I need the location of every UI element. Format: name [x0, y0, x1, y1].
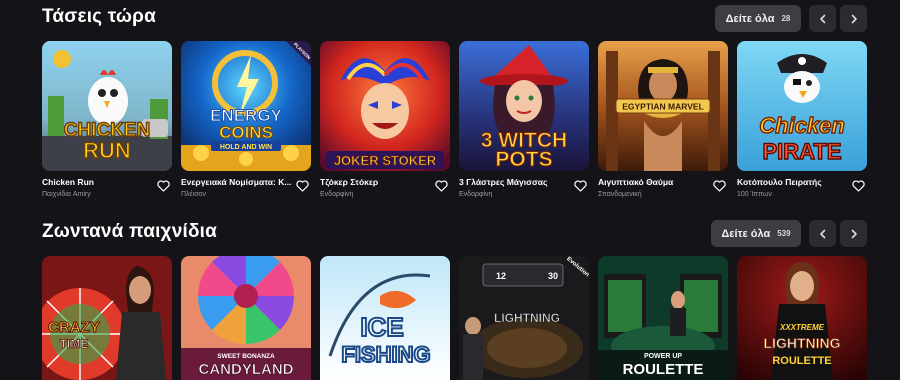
game-card[interactable]: SWEET BONANZA CANDYLAND: [181, 256, 311, 380]
game-card[interactable]: ICE FISHING: [320, 256, 450, 380]
heart-outline-icon: [435, 180, 448, 192]
favorite-button[interactable]: [574, 180, 587, 192]
art-title-line2: RUN: [83, 138, 131, 163]
game-thumbnail[interactable]: SWEET BONANZA CANDYLAND: [181, 256, 311, 380]
art-title-line3: ROULETTE: [772, 355, 831, 367]
see-all-count: 539: [777, 229, 791, 238]
art-title-line2: TIME: [60, 337, 89, 351]
see-all-count: 28: [781, 14, 791, 23]
game-card[interactable]: CRAZY TIME: [42, 256, 172, 380]
heart-outline-icon: [713, 180, 726, 192]
game-name: Αιγυπτιακό Θαύμα: [598, 177, 674, 187]
game-name: Τζόκερ Στόκερ: [320, 177, 379, 187]
heart-outline-icon: [157, 180, 170, 192]
game-card[interactable]: 12 30 LIGHTNING Evolution: [459, 256, 589, 380]
game-thumbnail[interactable]: POWER UP ROULETTE: [598, 256, 728, 380]
carousel-prev-button[interactable]: [809, 5, 836, 32]
game-provider: Ενδορφίνη: [320, 191, 354, 198]
art-number: 12: [496, 271, 506, 281]
game-card[interactable]: POWER UP ROULETTE: [598, 256, 728, 380]
game-thumbnail[interactable]: XXXTREME LIGHTNING ROULETTE: [737, 256, 867, 380]
game-thumbnail[interactable]: CRAZY TIME: [42, 256, 172, 380]
game-name: Ενεργειακά Νομίσματα: Κ...: [181, 177, 292, 187]
game-provider: Ενδορφίνη: [459, 191, 493, 198]
art-subtitle: XXXTREME: [779, 323, 825, 332]
heart-outline-icon: [852, 180, 865, 192]
game-card[interactable]: CHICKEN RUN Chicken Run Παιχνίδια Amiry: [42, 41, 172, 207]
art-title-line1: LIGHTNING: [494, 311, 560, 325]
favorite-button[interactable]: [852, 180, 865, 192]
heart-outline-icon: [296, 180, 309, 192]
art-title-line1: CRAZY: [48, 319, 100, 336]
art-title-line2: CANDYLAND: [199, 361, 294, 378]
game-card[interactable]: JOKER STOKER Τζόκερ Στόκερ Ενδορφίνη: [320, 41, 450, 207]
favorite-button[interactable]: [713, 180, 726, 192]
game-thumbnail[interactable]: ENERGY COINS HOLD AND WIN PLAYSON: [181, 41, 311, 171]
art-title-line2: COINS: [219, 123, 273, 142]
game-name: Chicken Run: [42, 177, 94, 187]
art-subtitle: HOLD AND WIN: [220, 144, 272, 151]
favorite-button[interactable]: [296, 180, 309, 192]
art-title-line2: ROULETTE: [623, 361, 704, 378]
art-title-line2: POTS: [495, 148, 552, 171]
game-thumbnail[interactable]: Chicken PIRATE: [737, 41, 867, 171]
game-provider: 100 Ίππων: [737, 191, 772, 198]
game-provider: Σπανδομενική: [598, 191, 642, 198]
game-thumbnail[interactable]: CHICKEN RUN: [42, 41, 172, 171]
art-subtitle: SWEET BONANZA: [217, 353, 275, 360]
see-all-button[interactable]: Δείτε όλα 539: [711, 220, 801, 247]
art-title-line2: LIGHTNING: [764, 335, 841, 351]
game-card[interactable]: ENERGY COINS HOLD AND WIN PLAYSON Ενεργε…: [181, 41, 311, 207]
art-title-line2: PIRATE: [762, 139, 841, 164]
game-provider: Παιχνίδια Amiry: [42, 191, 91, 198]
art-title-line1: Chicken: [759, 113, 845, 138]
chevron-left-icon: [819, 229, 825, 238]
see-all-label: Δείτε όλα: [725, 12, 775, 25]
see-all-label: Δείτε όλα: [721, 227, 771, 240]
chevron-right-icon: [851, 229, 857, 238]
section-title: Τάσεις τώρα: [42, 6, 156, 27]
art-title-line2: FISHING: [341, 342, 430, 367]
art-title-line1: EGYPTIAN MARVEL: [622, 102, 704, 112]
chevron-right-icon: [851, 14, 857, 23]
carousel-next-button[interactable]: [840, 5, 867, 32]
carousel-next-button[interactable]: [840, 220, 867, 247]
section-title: Ζωντανά παιχνίδια: [42, 221, 218, 242]
game-card[interactable]: EGYPTIAN MARVEL Αιγυπτιακό Θαύμα Σπανδομ…: [598, 41, 728, 207]
game-thumbnail[interactable]: JOKER STOKER: [320, 41, 450, 171]
carousel-prev-button[interactable]: [809, 220, 836, 247]
game-thumbnail[interactable]: 3 WITCH POTS: [459, 41, 589, 171]
game-card[interactable]: 3 WITCH POTS 3 Γλάστρες Μάγισσας Ενδορφί…: [459, 41, 589, 207]
game-thumbnail[interactable]: 12 30 LIGHTNING Evolution: [459, 256, 589, 380]
game-thumbnail[interactable]: ICE FISHING: [320, 256, 450, 380]
see-all-button[interactable]: Δείτε όλα 28: [715, 5, 801, 32]
chevron-left-icon: [819, 14, 825, 23]
heart-outline-icon: [574, 180, 587, 192]
game-thumbnail[interactable]: EGYPTIAN MARVEL: [598, 41, 728, 171]
art-title-line1: ICE: [360, 312, 403, 342]
art-title-line1: JOKER STOKER: [334, 153, 437, 168]
favorite-button[interactable]: [435, 180, 448, 192]
favorite-button[interactable]: [157, 180, 170, 192]
art-subtitle: POWER UP: [644, 353, 682, 360]
art-number: 30: [548, 271, 558, 281]
game-card[interactable]: Chicken PIRATE Κοτόπουλο Πειρατής 100 Ίπ…: [737, 41, 867, 207]
game-name: Κοτόπουλο Πειρατής: [737, 177, 822, 187]
game-provider: Πλέισον: [181, 191, 206, 198]
game-card[interactable]: XXXTREME LIGHTNING ROULETTE: [737, 256, 867, 380]
game-name: 3 Γλάστρες Μάγισσας: [459, 177, 548, 187]
